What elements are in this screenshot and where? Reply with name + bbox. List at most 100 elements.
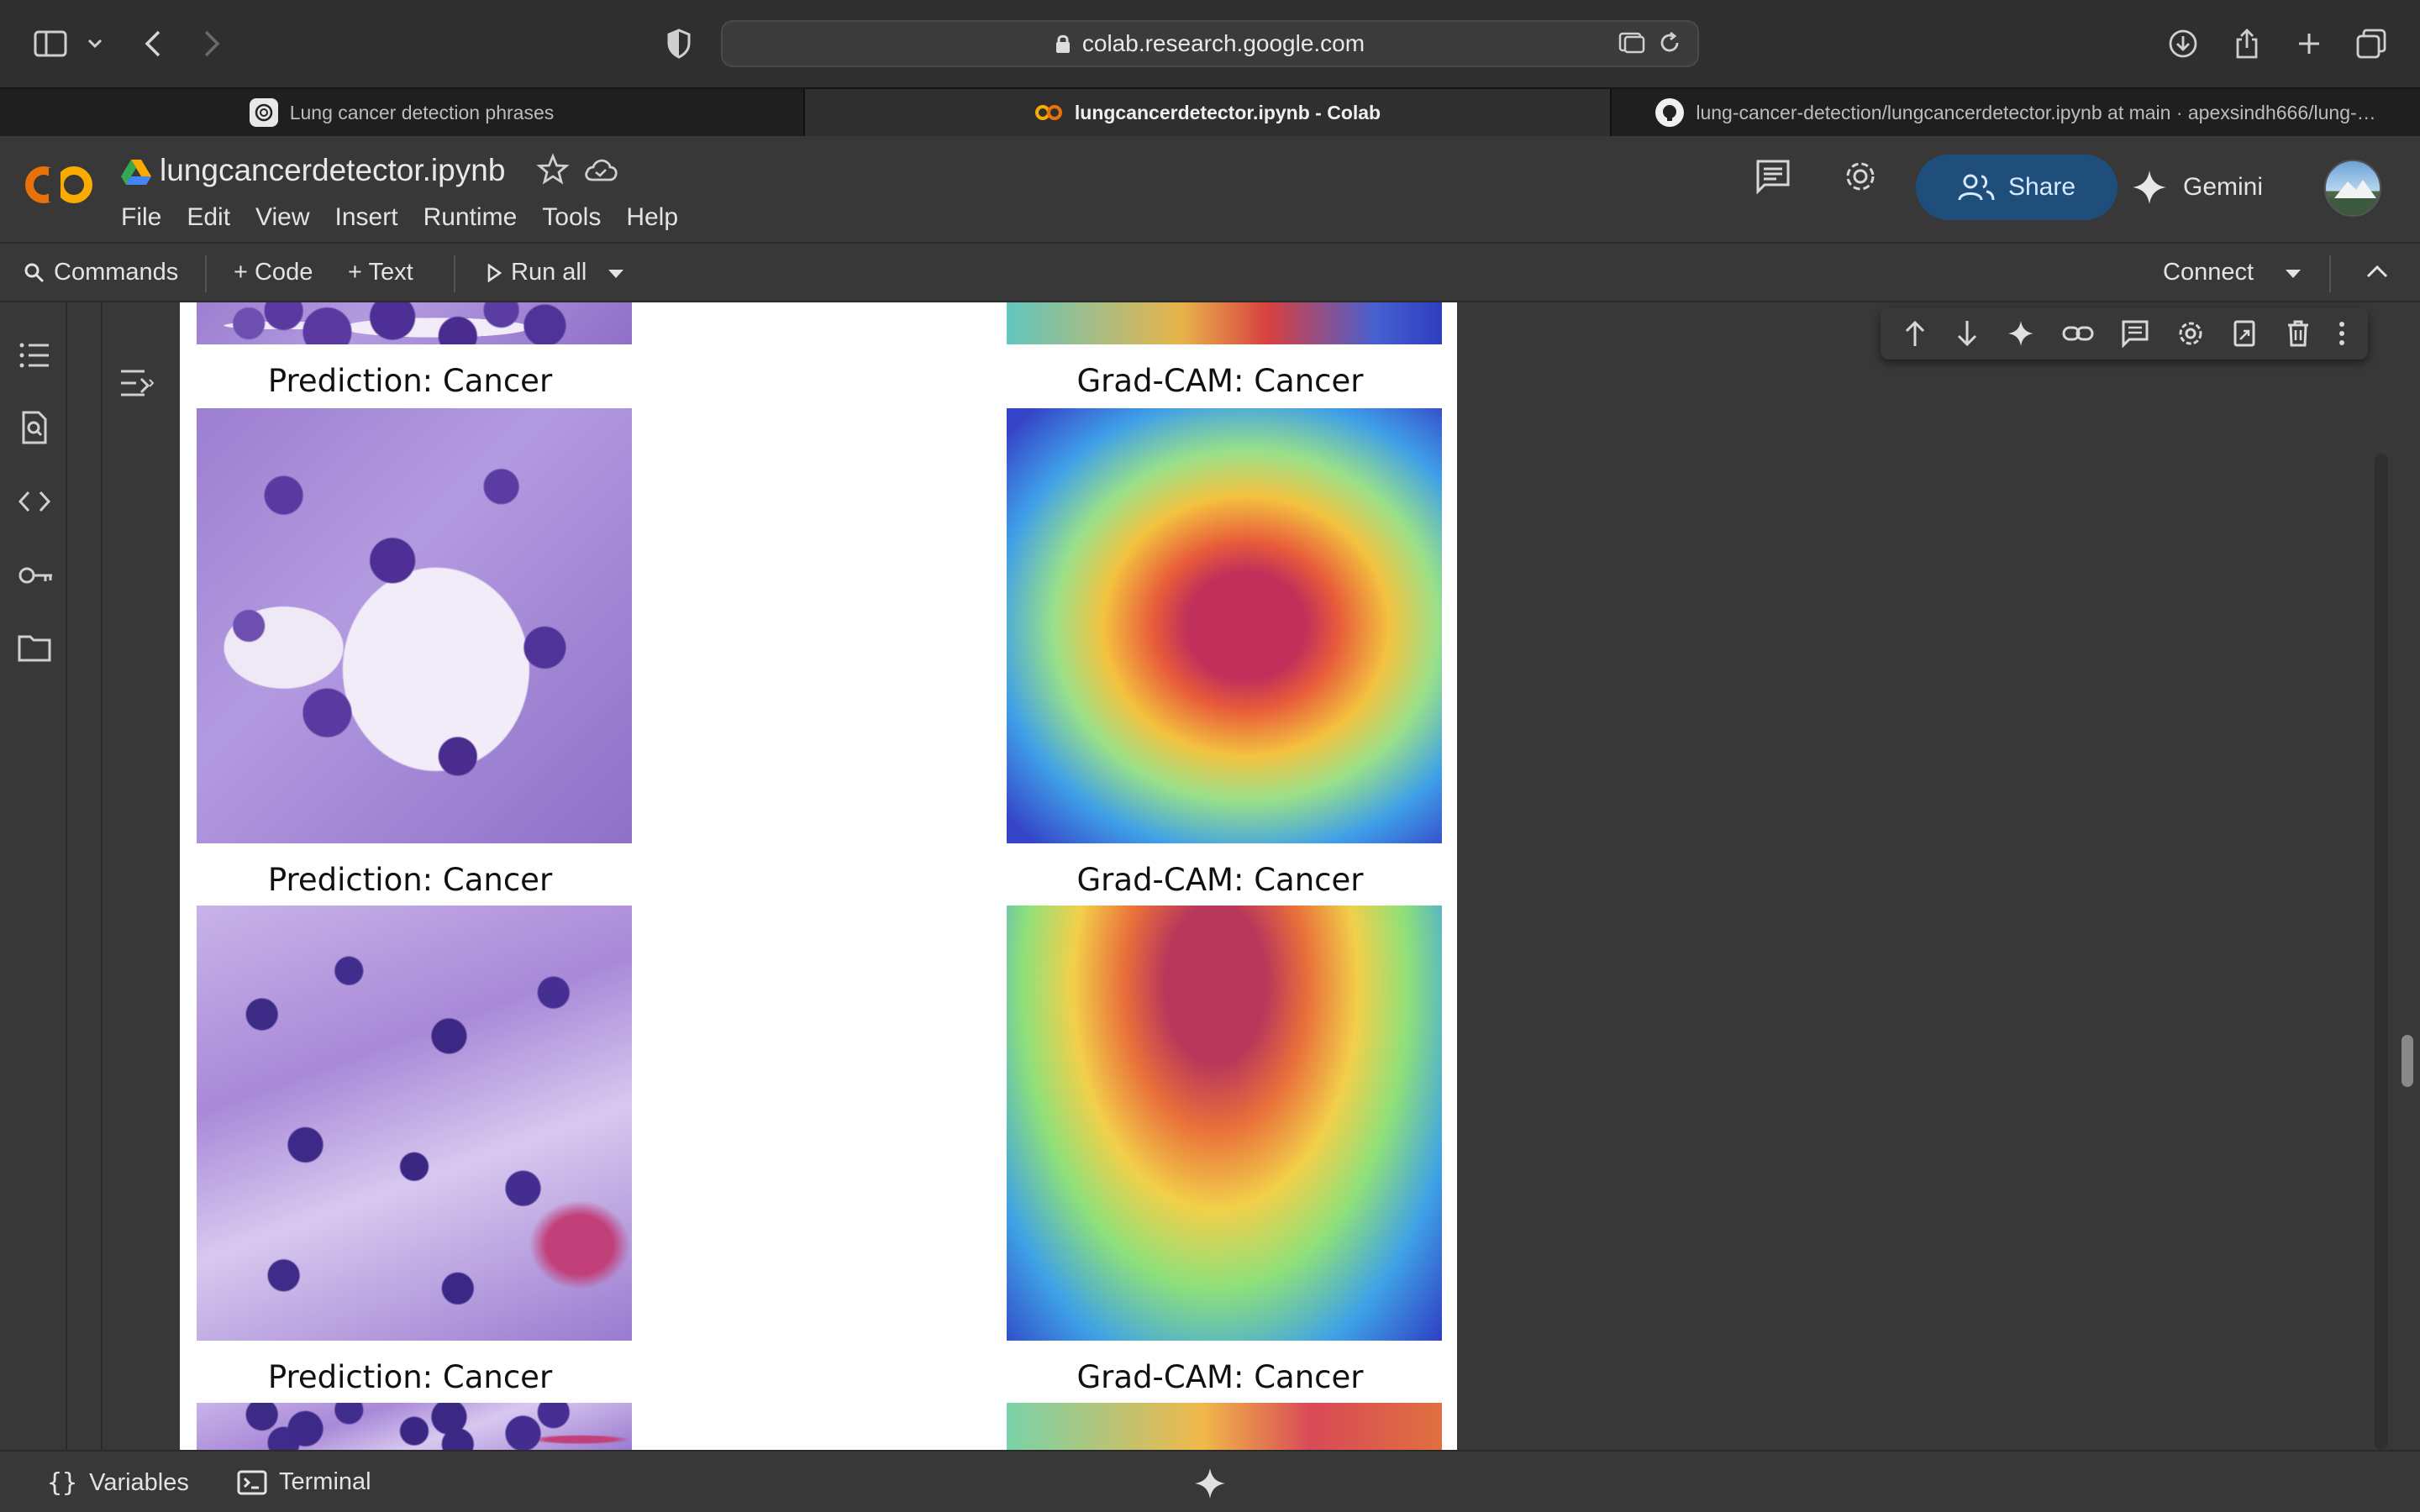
move-up-icon[interactable]	[1902, 319, 1928, 348]
gemini-sparkle-icon[interactable]	[2007, 319, 2035, 348]
notebook-toolbar: Commands + Code + Text Run all Connect	[0, 242, 2420, 302]
menu-edit[interactable]: Edit	[187, 203, 230, 232]
tab-chatgpt[interactable]: Lung cancer detection phrases	[0, 89, 805, 136]
notebook-title[interactable]: lungcancerdetector.ipynb	[160, 153, 505, 188]
terminal-button[interactable]: Terminal	[237, 1468, 371, 1496]
search-icon	[24, 263, 45, 282]
comments-icon[interactable]	[1753, 156, 1793, 197]
prediction-label: Prediction: Cancer	[267, 1359, 553, 1395]
tab-colab[interactable]: lungcancerdetector.ipynb - Colab	[805, 89, 1612, 136]
browser-titlebar: colab.research.google.com	[0, 0, 2420, 87]
back-icon[interactable]	[134, 25, 171, 62]
sidebar-toggle-icon[interactable]	[32, 25, 69, 62]
gradcam-label: Grad-CAM: Cancer	[1076, 1359, 1364, 1395]
caret-down-icon	[2286, 270, 2301, 278]
privacy-shield-icon[interactable]	[660, 25, 697, 62]
address-bar[interactable]: colab.research.google.com	[721, 20, 1699, 67]
tissue-image	[197, 302, 632, 344]
colab-header: lungcancerdetector.ipynb File Edit View …	[0, 136, 2420, 242]
colab-icon	[1034, 98, 1063, 127]
tab-github[interactable]: lung-cancer-detection/lungcancerdetector…	[1612, 89, 2420, 136]
gradcam-label: Grad-CAM: Cancer	[1076, 862, 1364, 898]
gemini-button[interactable]: Gemini	[2131, 155, 2282, 220]
mirror-cell-icon[interactable]	[2232, 319, 2259, 348]
menu-runtime[interactable]: Runtime	[424, 203, 518, 232]
commands-button[interactable]: Commands	[24, 259, 178, 286]
run-all-button[interactable]: Run all	[486, 259, 587, 286]
cell-output: Prediction: Cancer Grad-CAM: Cancer Pred…	[180, 302, 1457, 1450]
move-down-icon[interactable]	[1954, 319, 1980, 348]
tab-bar: Lung cancer detection phrases lungcancer…	[0, 87, 2420, 136]
share-button[interactable]: Share	[1916, 155, 2118, 220]
code-snippets-icon[interactable]	[17, 484, 52, 519]
tissue-image	[197, 906, 632, 1341]
colab-logo[interactable]	[22, 158, 97, 212]
tab-label: lungcancerdetector.ipynb - Colab	[1074, 101, 1381, 123]
comment-icon[interactable]	[2121, 319, 2149, 348]
gemini-sparkle-icon	[2133, 171, 2166, 204]
find-in-notebook-icon[interactable]	[17, 410, 52, 445]
people-icon	[1958, 174, 1995, 201]
github-icon	[1655, 98, 1685, 127]
output-actions-icon[interactable]	[118, 366, 156, 400]
menu-tools[interactable]: Tools	[542, 203, 601, 232]
gradcam-image	[1007, 302, 1442, 344]
add-text-label: + Text	[348, 259, 413, 286]
play-icon	[487, 263, 502, 282]
add-text-button[interactable]: + Text	[348, 259, 413, 286]
download-icon[interactable]	[2165, 25, 2202, 62]
star-icon[interactable]	[536, 153, 570, 186]
connect-button[interactable]: Connect	[2163, 259, 2254, 286]
delete-icon[interactable]	[2286, 319, 2311, 348]
secrets-key-icon[interactable]	[17, 558, 52, 593]
notebook-scrollbar-thumb[interactable]	[2402, 1035, 2413, 1087]
tissue-image	[197, 408, 632, 843]
files-folder-icon[interactable]	[17, 630, 52, 665]
table-of-contents-icon[interactable]	[17, 338, 52, 373]
add-code-label: + Code	[234, 259, 313, 286]
menu-view[interactable]: View	[255, 203, 309, 232]
terminal-icon	[237, 1470, 267, 1494]
caret-down-icon	[608, 270, 623, 278]
lock-icon	[1055, 34, 1070, 53]
settings-gear-icon[interactable]	[1840, 156, 1881, 197]
commands-label: Commands	[54, 259, 179, 286]
cloud-saved-icon[interactable]	[583, 156, 618, 183]
reader-icon[interactable]	[1618, 30, 1645, 55]
add-code-button[interactable]: + Code	[234, 259, 313, 286]
run-all-label: Run all	[511, 259, 587, 286]
left-sidebar	[0, 302, 67, 1450]
cell-toolbar	[1881, 307, 2368, 360]
gemini-label: Gemini	[2183, 173, 2264, 201]
link-icon[interactable]	[2062, 323, 2094, 344]
share-label: Share	[2007, 173, 2076, 201]
prediction-label: Prediction: Cancer	[267, 862, 553, 898]
connect-label: Connect	[2163, 259, 2254, 286]
menu-help[interactable]: Help	[626, 203, 678, 232]
share-sheet-icon[interactable]	[2228, 25, 2265, 62]
gradcam-image	[1007, 1403, 1442, 1450]
menu-bar: File Edit View Insert Runtime Tools Help	[121, 203, 678, 232]
toolbar-divider	[205, 255, 207, 292]
gemini-status-icon[interactable]	[1193, 1467, 1227, 1500]
cell-settings-icon[interactable]	[2176, 319, 2205, 348]
drive-icon[interactable]	[121, 158, 151, 185]
notebook-scrollbar-track[interactable]	[2375, 454, 2388, 1450]
connect-options-dropdown[interactable]	[2284, 269, 2302, 279]
chevron-down-icon[interactable]	[82, 25, 108, 62]
more-options-icon[interactable]	[2338, 319, 2346, 348]
tab-label: lung-cancer-detection/lungcancerdetector…	[1696, 101, 2376, 123]
menu-file[interactable]: File	[121, 203, 161, 232]
new-tab-icon[interactable]	[2291, 25, 2328, 62]
chevron-up-icon	[2366, 265, 2388, 278]
avatar[interactable]	[2324, 160, 2381, 217]
collapse-header-button[interactable]	[2366, 264, 2388, 279]
reload-icon[interactable]	[1657, 30, 1682, 55]
forward-icon[interactable]	[193, 25, 230, 62]
run-options-dropdown[interactable]	[607, 269, 625, 279]
variables-button[interactable]: {} Variables	[47, 1468, 189, 1498]
braces-icon: {}	[47, 1468, 78, 1498]
menu-insert[interactable]: Insert	[335, 203, 398, 232]
tab-overview-icon[interactable]	[2353, 25, 2390, 62]
url-text: colab.research.google.com	[1081, 30, 1365, 56]
